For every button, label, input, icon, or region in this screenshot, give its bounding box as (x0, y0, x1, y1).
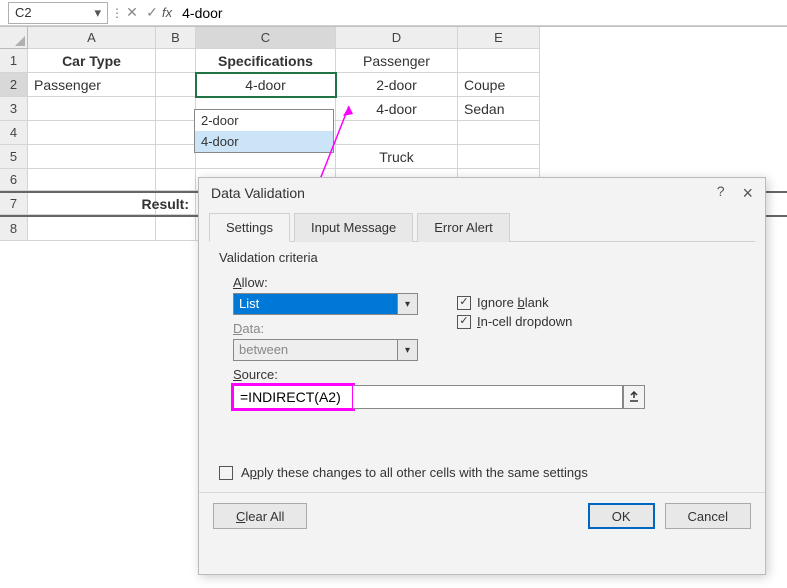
ignore-blank-label: Ignore blank (477, 295, 549, 310)
data-validation-dialog: Data Validation ? × Settings Input Messa… (198, 177, 766, 575)
source-input[interactable] (233, 385, 353, 409)
range-selector-icon[interactable] (623, 385, 645, 409)
chevron-down-icon[interactable]: ▾ (398, 293, 418, 315)
chevron-down-icon: ▾ (398, 339, 418, 361)
dropdown-item-0[interactable]: 2-door (195, 110, 333, 131)
clear-all-button[interactable]: Clear All (213, 503, 307, 529)
cancel-formula-icon[interactable]: ✕ (122, 3, 142, 23)
cell-a5[interactable] (28, 145, 156, 169)
incell-label: In-cell dropdown (477, 314, 572, 329)
cancel-button[interactable]: Cancel (665, 503, 751, 529)
name-box-value: C2 (15, 5, 32, 20)
cell-b5[interactable] (156, 145, 196, 169)
row-header-3[interactable]: 3 (0, 97, 28, 121)
apply-all-checkbox[interactable] (219, 466, 233, 480)
cell-b7[interactable]: Result: (156, 193, 196, 215)
row-header-4[interactable]: 4 (0, 121, 28, 145)
dropdown-item-1[interactable]: 4-door (195, 131, 333, 152)
col-header-d[interactable]: D (336, 27, 458, 49)
cell-a6[interactable] (28, 169, 156, 191)
allow-value: List (233, 293, 398, 315)
cell-c1[interactable]: Specifications (196, 49, 336, 73)
dialog-help-button[interactable]: ? (717, 183, 725, 204)
col-header-b[interactable]: B (156, 27, 196, 49)
cell-e5[interactable] (458, 145, 540, 169)
col-header-e[interactable]: E (458, 27, 540, 49)
row-header-5[interactable]: 5 (0, 145, 28, 169)
cell-a4[interactable] (28, 121, 156, 145)
dialog-close-button[interactable]: × (742, 183, 753, 204)
cell-e1[interactable] (458, 49, 540, 73)
cell-b3[interactable] (156, 97, 196, 121)
allow-label: Allow: (233, 275, 433, 290)
cell-a7[interactable] (28, 193, 156, 215)
cell-b6[interactable] (156, 169, 196, 191)
row-header-7[interactable]: 7 (0, 193, 28, 215)
apply-all-label: Apply these changes to all other cells w… (241, 465, 588, 480)
cell-b1[interactable] (156, 49, 196, 73)
cell-d4[interactable] (336, 121, 458, 145)
source-input-rest[interactable] (353, 385, 623, 409)
cell-d5[interactable]: Truck (336, 145, 458, 169)
cell-a2[interactable]: Passenger (28, 73, 156, 97)
cell-b4[interactable] (156, 121, 196, 145)
cell-d3[interactable]: 4-door (336, 97, 458, 121)
tab-settings[interactable]: Settings (209, 213, 290, 242)
cell-a3[interactable] (28, 97, 156, 121)
cell-c2[interactable]: 4-door ▼ (196, 73, 336, 97)
row-header-8[interactable]: 8 (0, 217, 28, 241)
validation-dropdown[interactable]: 2-door 4-door (194, 109, 334, 153)
cell-a1[interactable]: Car Type (28, 49, 156, 73)
cell-b2[interactable] (156, 73, 196, 97)
col-header-a[interactable]: A (28, 27, 156, 49)
chevron-down-icon: ▾ (94, 5, 101, 21)
allow-combo[interactable]: List ▾ (233, 293, 433, 315)
data-value: between (233, 339, 398, 361)
select-all-corner[interactable] (0, 27, 28, 49)
checkmark-icon: ✓ (457, 315, 471, 329)
data-label: Data: (233, 321, 433, 336)
cell-c2-value: 4-door (245, 77, 285, 93)
cell-e2[interactable]: Coupe (458, 73, 540, 97)
tab-input-message[interactable]: Input Message (294, 213, 413, 242)
name-box[interactable]: C2 ▾ (8, 2, 108, 24)
checkmark-icon: ✓ (457, 296, 471, 310)
formula-bar-input[interactable] (178, 3, 787, 23)
ok-button[interactable]: OK (588, 503, 655, 529)
source-label: Source: (233, 367, 745, 382)
col-header-c[interactable]: C (196, 27, 336, 49)
accept-formula-icon[interactable]: ✓ (142, 3, 162, 23)
data-combo: between ▾ (233, 339, 433, 361)
cell-d1[interactable]: Passenger (336, 49, 458, 73)
validation-criteria-label: Validation criteria (219, 250, 745, 265)
cell-e4[interactable] (458, 121, 540, 145)
cell-d2[interactable]: 2-door (336, 73, 458, 97)
row-header-2[interactable]: 2 (0, 73, 28, 97)
fx-icon[interactable]: fx (162, 5, 172, 20)
cell-b8[interactable] (156, 217, 196, 241)
cell-a8[interactable] (28, 217, 156, 241)
tab-error-alert[interactable]: Error Alert (417, 213, 510, 242)
row-header-6[interactable]: 6 (0, 169, 28, 191)
dialog-title: Data Validation (211, 185, 305, 201)
ignore-blank-checkbox[interactable]: ✓ Ignore blank (457, 295, 572, 310)
row-header-1[interactable]: 1 (0, 49, 28, 73)
cell-e3[interactable]: Sedan (458, 97, 540, 121)
incell-dropdown-checkbox[interactable]: ✓ In-cell dropdown (457, 314, 572, 329)
separator-icon: ⋮ (111, 6, 119, 20)
